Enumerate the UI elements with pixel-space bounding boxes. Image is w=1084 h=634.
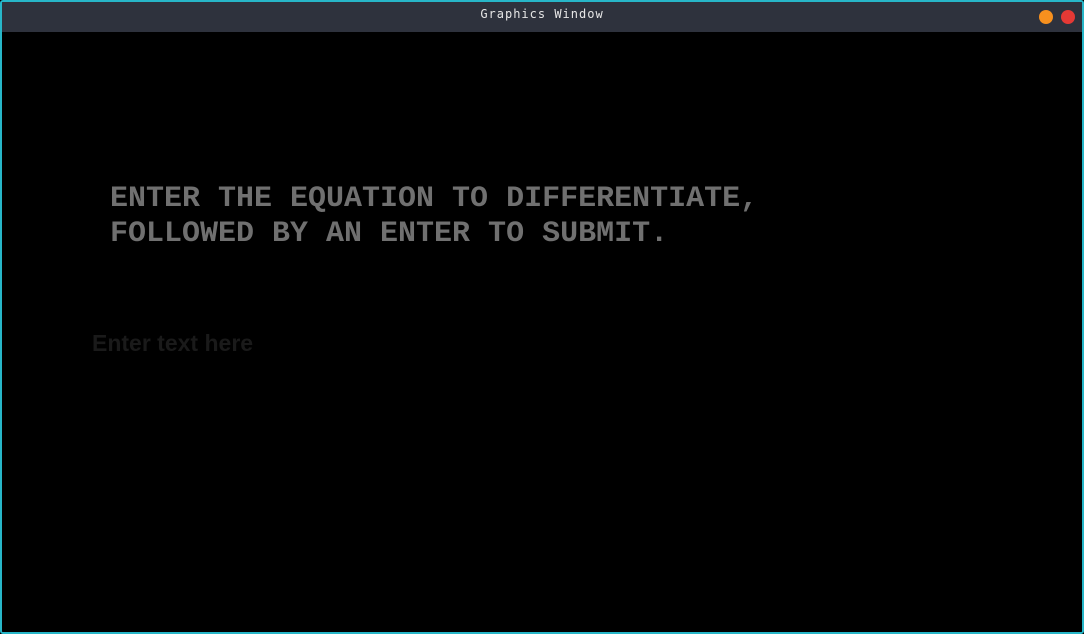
window-title: Graphics Window [480, 7, 604, 21]
close-icon[interactable] [1061, 10, 1075, 24]
instruction-text: ENTER THE EQUATION TO DIFFERENTIATE, FOL… [110, 182, 758, 252]
graphics-canvas[interactable]: ENTER THE EQUATION TO DIFFERENTIATE, FOL… [2, 32, 1082, 632]
equation-input[interactable] [92, 326, 492, 360]
instruction-line-2: FOLLOWED BY AN ENTER TO SUBMIT. [110, 217, 669, 251]
title-bar[interactable]: Graphics Window [2, 2, 1082, 32]
graphics-window: Graphics Window ENTER THE EQUATION TO DI… [0, 0, 1084, 634]
instruction-line-1: ENTER THE EQUATION TO DIFFERENTIATE, [110, 182, 759, 216]
minimize-icon[interactable] [1039, 10, 1053, 24]
